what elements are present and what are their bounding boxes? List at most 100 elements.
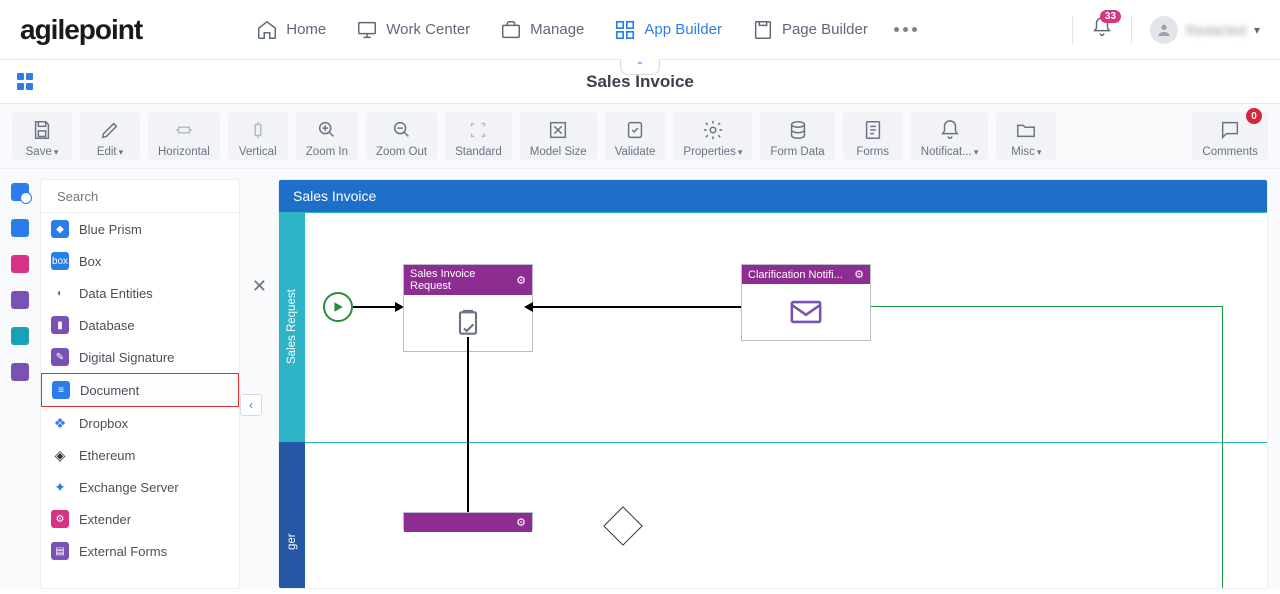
tool-label: Zoom Out	[376, 146, 427, 158]
nav-more-button[interactable]	[894, 27, 917, 32]
play-icon	[332, 301, 344, 313]
database-icon	[786, 118, 810, 142]
primary-nav: Home Work Center Manage App Builder Page…	[252, 13, 917, 47]
chevron-down-icon: ▾	[1037, 147, 1042, 158]
chevron-left-icon: ‹	[249, 398, 253, 412]
user-menu[interactable]: Redacted ▾	[1150, 16, 1260, 44]
notifications-badge: 33	[1100, 10, 1121, 23]
external-forms-icon: ▤	[51, 542, 69, 560]
nav-work-center[interactable]: Work Center	[352, 13, 474, 47]
task-node-title	[410, 517, 413, 529]
edit-button[interactable]: Edit▾	[80, 112, 140, 160]
gear-icon[interactable]: ⚙	[516, 516, 526, 529]
palette-category-5[interactable]	[11, 327, 29, 345]
comments-button[interactable]: 0 Comments	[1192, 112, 1268, 160]
canvas-area[interactable]: Sales Request ger Sales Invoice Request …	[279, 212, 1267, 588]
list-item[interactable]: ▮Database	[41, 309, 239, 341]
flow-arrow-return	[871, 306, 1223, 589]
tool-label: Form Data	[770, 146, 824, 158]
top-right-actions: 33 Redacted ▾	[1072, 16, 1260, 44]
nav-app-builder[interactable]: App Builder	[610, 13, 726, 47]
model-size-button[interactable]: Model Size	[520, 112, 597, 160]
palette-category-6[interactable]	[11, 363, 29, 381]
list-item-label: Dropbox	[79, 416, 128, 431]
tool-label: Properties▾	[683, 146, 742, 158]
standard-button[interactable]: Standard	[445, 112, 512, 160]
list-item-label: Box	[79, 254, 101, 269]
list-item[interactable]: ✦Exchange Server	[41, 471, 239, 503]
list-item[interactable]: ⚙Extender	[41, 503, 239, 535]
vertical-button[interactable]: Vertical	[228, 112, 288, 160]
gear-icon[interactable]: ⚙	[516, 274, 526, 287]
task-node-header: Sales Invoice Request ⚙	[404, 265, 532, 295]
palette-category-4[interactable]	[11, 291, 29, 309]
palette-category-2[interactable]	[11, 219, 29, 237]
folder-icon	[1014, 118, 1038, 142]
collapse-header-button[interactable]: ⌃	[620, 59, 660, 75]
save-icon	[30, 118, 54, 142]
list-item[interactable]: ◆Blue Prism	[41, 213, 239, 245]
exchange-icon: ✦	[51, 478, 69, 496]
nav-label: Work Center	[386, 21, 470, 38]
apps-icon	[614, 19, 636, 41]
notifications-button[interactable]: 33	[1091, 16, 1113, 43]
chevron-down-icon: ▾	[974, 147, 979, 158]
properties-button[interactable]: Properties▾	[673, 112, 752, 160]
chevron-down-icon: ▾	[1254, 23, 1260, 37]
horizontal-button[interactable]: Horizontal	[148, 112, 220, 160]
list-item[interactable]: ◈Ethereum	[41, 439, 239, 471]
activity-library-panel: ✕ ◆Blue Prism boxBox ◐Data Entities ▮Dat…	[40, 179, 240, 589]
tool-label: Standard	[455, 146, 502, 158]
nav-manage[interactable]: Manage	[496, 13, 588, 47]
nav-home[interactable]: Home	[252, 13, 330, 47]
misc-button[interactable]: Misc▾	[996, 112, 1056, 160]
task-node-next[interactable]: ⚙	[403, 512, 533, 530]
dropbox-icon: ❖	[51, 414, 69, 432]
tool-label: Save▾	[26, 146, 59, 158]
user-name: Redacted	[1186, 22, 1246, 38]
list-item-label: External Forms	[79, 544, 167, 559]
box-icon: box	[51, 252, 69, 270]
zoom-in-button[interactable]: Zoom In	[296, 112, 358, 160]
task-node-clarification[interactable]: Clarification Notifi... ⚙	[741, 264, 871, 341]
comment-icon	[1218, 118, 1242, 142]
swimlane-label[interactable]: Sales Request	[279, 212, 305, 442]
list-item[interactable]: ▤ External Forms	[41, 535, 239, 567]
start-node[interactable]	[323, 292, 353, 322]
save-button[interactable]: Save▾	[12, 112, 72, 160]
home-icon	[256, 19, 278, 41]
list-item[interactable]: ✎Digital Signature	[41, 341, 239, 373]
tool-label: Misc▾	[1011, 146, 1041, 158]
decision-node[interactable]	[603, 506, 643, 546]
tool-label: Notificat...▾	[921, 146, 979, 158]
palette-category-3[interactable]	[11, 255, 29, 273]
list-item[interactable]: ❖ Dropbox	[41, 407, 239, 439]
search-input[interactable]	[57, 189, 233, 204]
signature-icon: ✎	[51, 348, 69, 366]
zoom-out-button[interactable]: Zoom Out	[366, 112, 437, 160]
nav-page-builder[interactable]: Page Builder	[748, 13, 872, 47]
mail-icon	[789, 299, 823, 325]
gear-icon[interactable]: ⚙	[854, 268, 864, 281]
app-grid-button[interactable]	[12, 68, 40, 96]
chevron-up-icon: ⌃	[636, 61, 644, 72]
notifications-tool-button[interactable]: Notificat...▾	[911, 112, 989, 160]
list-item[interactable]: box Box	[41, 245, 239, 277]
palette-category-1[interactable]	[11, 183, 29, 201]
form-data-button[interactable]: Form Data	[760, 112, 834, 160]
tool-label: Forms	[856, 146, 889, 158]
close-panel-button[interactable]: ✕	[252, 276, 267, 297]
collapse-panel-button[interactable]: ‹	[240, 394, 262, 416]
validate-button[interactable]: Validate	[605, 112, 666, 160]
list-item-label: Data Entities	[79, 286, 153, 301]
list-item-label: Database	[79, 318, 135, 333]
lane-border	[305, 212, 1267, 213]
forms-button[interactable]: Forms	[843, 112, 903, 160]
list-item[interactable]: ◐Data Entities	[41, 277, 239, 309]
list-item-document[interactable]: ≡Document	[41, 373, 239, 407]
blueprism-icon: ◆	[51, 220, 69, 238]
horizontal-icon	[172, 118, 196, 142]
swimlane-label[interactable]: ger	[279, 442, 305, 589]
edit-icon	[98, 118, 122, 142]
nav-label: Page Builder	[782, 21, 868, 38]
